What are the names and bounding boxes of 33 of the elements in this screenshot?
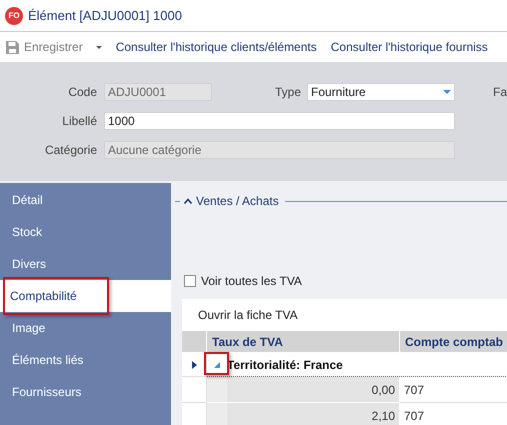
checkbox[interactable]: [184, 275, 196, 287]
sidebar-item[interactable]: Comptabilité: [0, 280, 171, 312]
sidebar-item[interactable]: Stock: [0, 216, 171, 248]
libelle-field[interactable]: 1000: [104, 112, 455, 130]
app-logo: FO: [5, 6, 23, 24]
group-row-label: Territorialité: France: [227, 358, 343, 372]
table-cell: 707: [400, 377, 507, 403]
indent-cell: [207, 377, 227, 402]
column-header[interactable]: Taux de TVA: [207, 331, 400, 353]
checkbox-label[interactable]: Voir toutes les TVA: [201, 274, 302, 288]
field-label: Fa: [493, 85, 507, 99]
toolbar-button[interactable]: Consulter l'historique clients/éléments: [116, 35, 325, 59]
dropdown-arrow-icon: [443, 90, 451, 94]
sidebar-item[interactable]: Divers: [0, 248, 171, 280]
table-cell: 707: [400, 403, 507, 425]
sidebar-item[interactable]: Fournisseurs: [0, 376, 171, 408]
sidebar-item[interactable]: Détail: [0, 184, 171, 216]
section-title: Ventes / Achats: [196, 194, 279, 208]
field-label: Libellé: [61, 114, 97, 128]
toolbar-button[interactable]: Consulter l'historique fourniss: [330, 35, 496, 59]
window-title: Élément [ADJU0001] 1000: [28, 8, 182, 23]
table-cell: 0,00: [227, 377, 400, 403]
column-header[interactable]: Compte comptab: [400, 331, 507, 353]
open-vat-button[interactable]: Ouvrir la fiche TVA: [182, 299, 298, 331]
field-label: Catégorie: [44, 143, 97, 157]
field-label: Type: [274, 85, 301, 99]
sidebar-item[interactable]: Image: [0, 312, 171, 344]
table-cell: 2,10: [227, 403, 400, 425]
field-label: Code: [67, 85, 97, 99]
indent-cell: [207, 403, 227, 425]
type-dropdown[interactable]: Fourniture: [307, 83, 455, 101]
sidebar-item[interactable]: Éléments liés: [0, 344, 171, 376]
collapse-caret-icon[interactable]: [184, 198, 192, 204]
